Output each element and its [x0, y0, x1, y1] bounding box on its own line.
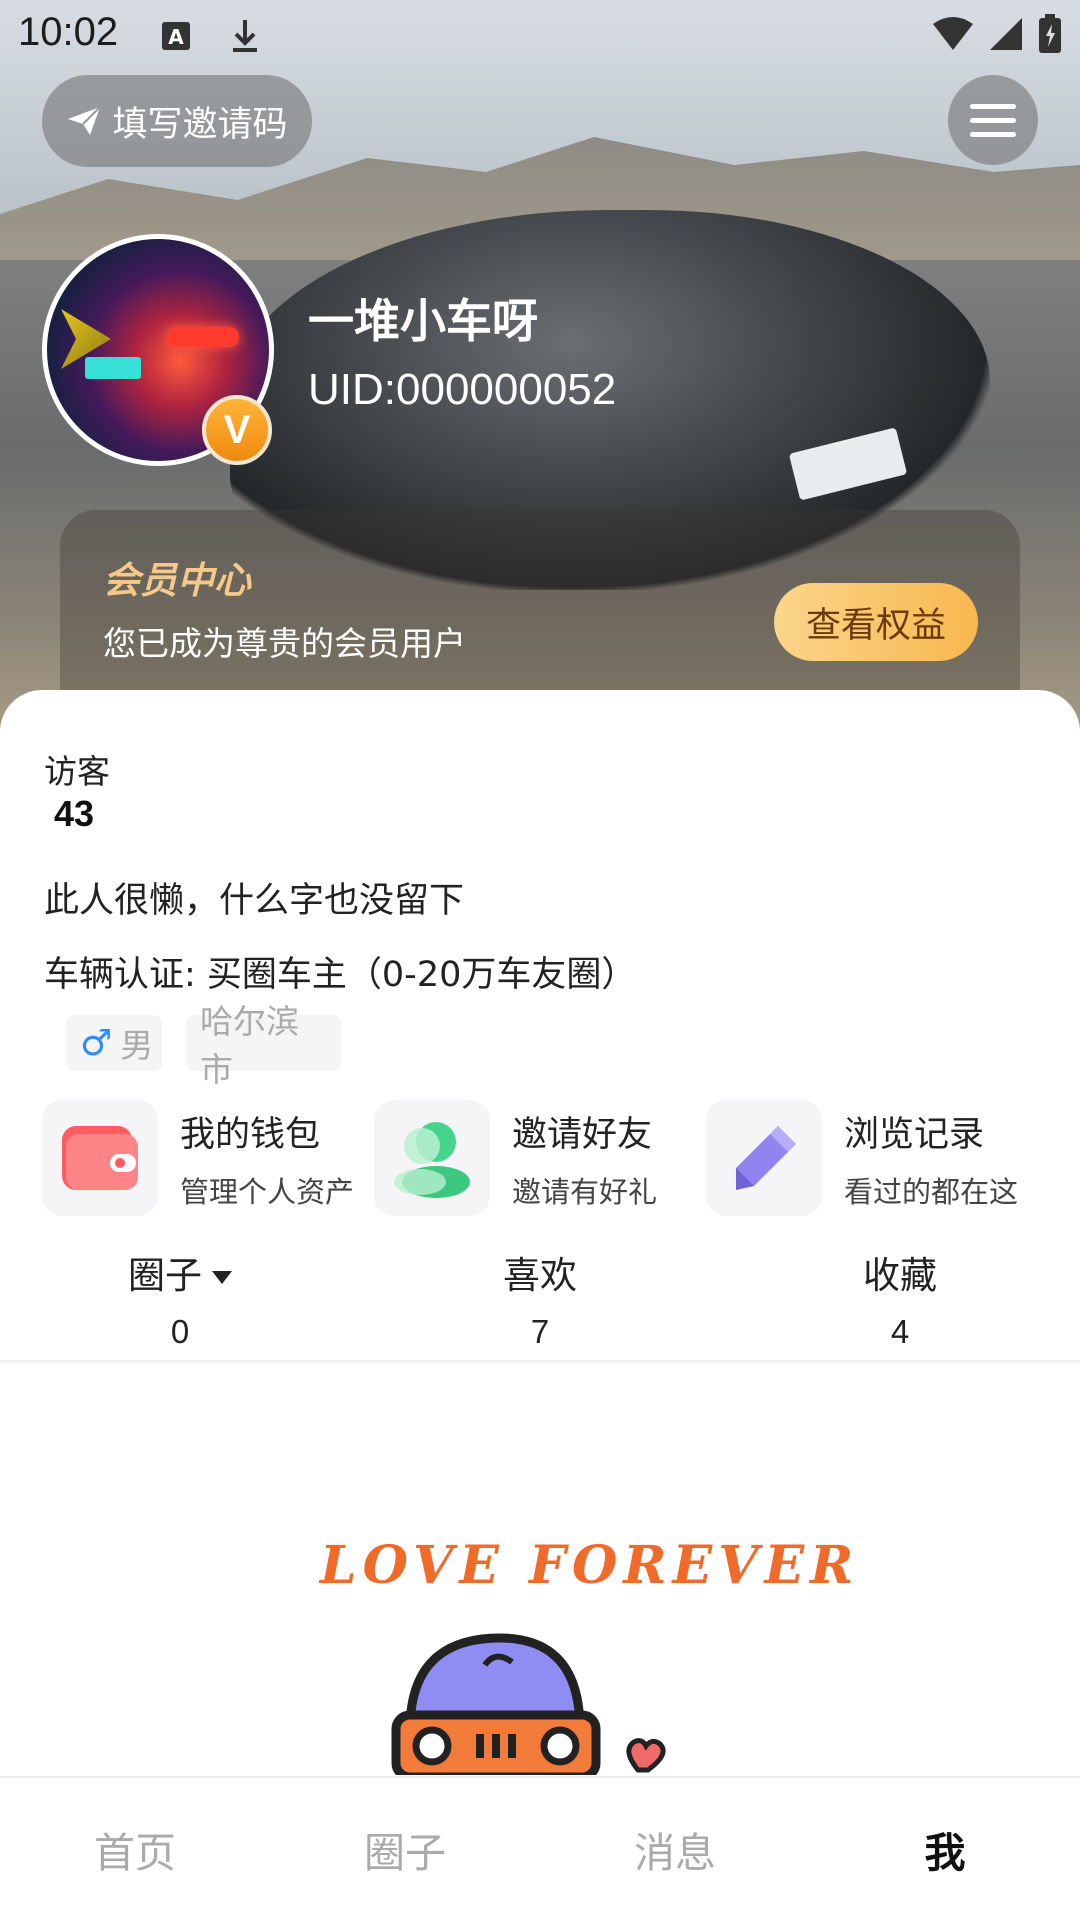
stat-circles[interactable]: 圈子 0: [80, 1245, 280, 1351]
signal-icon: [990, 18, 1022, 50]
car-illustration: [391, 1633, 666, 1775]
my-wallet-entry[interactable]: 我的钱包 管理个人资产: [42, 1100, 354, 1216]
status-bar: 10:02 A: [0, 0, 1080, 72]
love-forever-text: LOVE FOREVER: [320, 1535, 860, 1596]
wifi-icon: [933, 17, 973, 50]
download-icon: [233, 20, 257, 52]
friends-icon: [374, 1100, 490, 1216]
visitor-label: 访客: [44, 752, 110, 791]
wallet-subtitle: 管理个人资产: [180, 1174, 355, 1209]
menu-button[interactable]: [948, 75, 1038, 165]
invite-title: 邀请好友: [512, 1114, 653, 1155]
battery-icon: [1039, 14, 1061, 53]
nav-messages[interactable]: 消息: [540, 1778, 810, 1920]
stat-favorites[interactable]: 收藏 4: [800, 1245, 1000, 1351]
svg-text:A: A: [168, 25, 184, 49]
wallet-icon: [42, 1100, 158, 1216]
gender-label: 男: [120, 1026, 154, 1065]
text-a-icon: A: [162, 22, 190, 50]
caret-down-icon: [212, 1271, 232, 1284]
hamburger-menu-icon: [970, 104, 1016, 137]
browse-history-entry[interactable]: 浏览记录 看过的都在这: [706, 1100, 1018, 1216]
member-center-title: 会员中心: [103, 559, 251, 602]
stat-circles-value: 0: [170, 1313, 190, 1350]
visitor-count[interactable]: 43: [54, 793, 94, 835]
nav-home[interactable]: 首页: [0, 1778, 270, 1920]
avatar-decoration: [167, 327, 239, 347]
view-benefits-button[interactable]: 查看权益: [774, 583, 978, 661]
user-bio: 此人很懒，什么字也没留下: [44, 881, 465, 921]
username: 一堆小车呀: [308, 294, 538, 348]
male-icon: ♂: [80, 1022, 113, 1064]
vehicle-certification: 车辆认证: 买圈车主（0-20万车友圈）: [44, 955, 637, 995]
history-title: 浏览记录: [844, 1114, 985, 1155]
stat-likes[interactable]: 喜欢 7: [440, 1245, 640, 1351]
section-divider: [0, 1360, 1080, 1363]
pencil-icon: [706, 1100, 822, 1216]
vip-badge: V: [202, 395, 272, 465]
stat-circles-label-text: 圈子: [128, 1254, 202, 1297]
city-tag: 哈尔滨市: [186, 1002, 341, 1089]
stat-likes-value: 7: [530, 1313, 550, 1350]
avatar-decoration: [85, 357, 141, 379]
enter-invite-code-button[interactable]: 填写邀请码: [42, 75, 312, 167]
user-uid: UID:000000052: [308, 365, 617, 414]
invite-friends-entry[interactable]: 邀请好友 邀请有好礼: [374, 1100, 657, 1216]
stat-circles-label: 圈子: [80, 1245, 280, 1299]
nav-me[interactable]: 我: [810, 1778, 1080, 1920]
invite-subtitle: 邀请有好礼: [512, 1174, 658, 1209]
nav-circles[interactable]: 圈子: [270, 1778, 540, 1920]
invite-button-label: 填写邀请码: [112, 104, 288, 145]
stat-favorites-value: 4: [890, 1313, 910, 1350]
stat-likes-label: 喜欢: [503, 1254, 577, 1297]
gender-tag: ♂ 男: [66, 1015, 162, 1071]
history-subtitle: 看过的都在这: [844, 1174, 1019, 1209]
member-center-subtitle: 您已成为尊贵的会员用户: [103, 624, 466, 663]
status-time: 10:02: [18, 10, 119, 54]
stat-favorites-label: 收藏: [863, 1254, 937, 1297]
bottom-navigation: 首页 圈子 消息 我: [0, 1776, 1080, 1920]
wallet-title: 我的钱包: [180, 1114, 321, 1155]
send-icon: [68, 106, 102, 135]
